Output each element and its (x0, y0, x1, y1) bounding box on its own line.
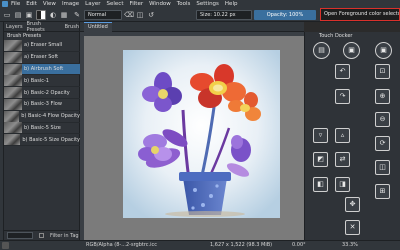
brush-preset-label: b) Basic-5 Size (24, 124, 61, 131)
brush-preset-item[interactable]: b) Basic-5 Size (4, 122, 80, 135)
eraser-mode-icon[interactable]: ⌫ (124, 10, 134, 20)
menu-view[interactable]: View (43, 0, 56, 8)
brush-thumbnail (4, 75, 22, 87)
brush-thumbnail (4, 87, 22, 99)
mirror-canvas-icon[interactable]: ◫ (375, 160, 390, 175)
save-as-icon[interactable]: ▣ (375, 42, 392, 59)
open-document-icon[interactable]: ▤ (313, 42, 330, 59)
menu-image[interactable]: Image (62, 0, 79, 8)
undo-icon[interactable]: ↶ (335, 64, 350, 79)
alpha-lock-icon[interactable]: ◫ (135, 10, 145, 20)
tab-layers[interactable]: Layers (6, 24, 23, 30)
redo-icon[interactable]: ↷ (335, 89, 350, 104)
zoom-fit-icon[interactable]: ⊡ (375, 64, 390, 79)
touch-docker-title: Touch Docker (319, 33, 353, 39)
menu-layer[interactable]: Layer (85, 0, 100, 8)
canvas-tab-bar: Untitled (80, 22, 304, 32)
document-tab[interactable]: Untitled (84, 22, 112, 32)
brush-thumbnail (4, 98, 22, 110)
brush-preset-item[interactable]: b) Basic-1 (4, 75, 80, 88)
opacity-increase-icon[interactable]: ◨ (335, 177, 350, 192)
menu-window[interactable]: Window (149, 0, 171, 8)
blend-mode-select[interactable]: Normal (84, 10, 122, 20)
opacity-decrease-icon[interactable]: ◧ (313, 177, 328, 192)
brush-preset-label: b) Basic-3 Flow (24, 101, 62, 108)
brush-preset-item[interactable]: a) Eraser Soft (4, 51, 80, 64)
menu-tools[interactable]: Tools (177, 0, 191, 8)
brush-size-decrease-icon[interactable]: ▿ (313, 128, 328, 143)
brush-search-input[interactable] (7, 232, 33, 239)
brush-preset-item[interactable]: a) Eraser Small (4, 39, 80, 52)
brush-preset-label: b) Basic-4 Flow Opacity (21, 113, 80, 120)
docker-tabs: Layers Brush Presets Brush (4, 21, 79, 33)
opacity-slider[interactable]: Opacity: 100% (254, 10, 316, 20)
ruler-horizontal (80, 32, 304, 36)
status-brush-icon (2, 242, 9, 249)
brush-preset-label: b) Airbrush Soft (24, 65, 64, 72)
gradient-icon[interactable]: ◐ (48, 10, 58, 20)
zoom-level-text[interactable]: 33.3% (342, 241, 358, 250)
brush-preset-list: a) Eraser Small a) Eraser Soft b) Airbru… (4, 39, 80, 147)
tab-brush[interactable]: Brush (65, 24, 79, 30)
brush-size-field[interactable]: Size: 10.22 px (196, 10, 252, 20)
brush-presets-docker: Layers Brush Presets Brush Brush Presets… (4, 21, 80, 240)
menu-bar: File Edit View Image Layer Select Filter… (0, 0, 400, 8)
clear-canvas-icon[interactable]: ✕ (345, 220, 360, 235)
brush-preset-item[interactable]: b) Basic-5 Size Opacity (4, 134, 80, 147)
brush-preset-item[interactable]: b) Basic-3 Flow (4, 98, 80, 111)
brush-preset-label: b) Basic-2 Opacity (24, 89, 70, 96)
rotate-canvas-icon[interactable]: ⟳ (375, 136, 390, 151)
brush-thumbnail (4, 63, 22, 75)
menu-filter[interactable]: Filter (129, 0, 143, 8)
flower-painting (123, 50, 280, 218)
menu-help[interactable]: Help (225, 0, 238, 8)
brush-preset-label: b) Basic-5 Size Opacity (22, 136, 80, 143)
image-dimensions-text: 1,627 x 1,522 (98.3 MiB) (210, 242, 273, 248)
filter-in-tag-label: Filter in Tag (50, 232, 79, 239)
brush-preset-item[interactable]: b) Basic-2 Opacity (4, 87, 80, 99)
brush-preset-label: a) Eraser Soft (24, 54, 59, 61)
color-picker-icon[interactable]: ◩ (313, 152, 328, 167)
reset-view-icon[interactable]: ⊞ (375, 184, 390, 199)
krita-logo-icon (2, 1, 8, 7)
color-profile-text: RGB/Alpha (8-...2-srgbtrc.icc (86, 242, 158, 248)
save-icon[interactable]: ▣ (24, 10, 34, 20)
brush-preset-label: b) Basic-1 (24, 77, 49, 84)
zoom-out-icon[interactable]: ⊖ (375, 112, 390, 127)
ruler-vertical (80, 32, 84, 240)
status-bar: RGB/Alpha (8-...2-srgbtrc.icc 1,627 x 1,… (0, 240, 400, 250)
rotation-text: 0.00° (292, 242, 306, 248)
color-swatch-icon[interactable] (36, 10, 46, 20)
new-document-icon[interactable]: ▭ (2, 10, 12, 20)
brush-thumbnail (4, 51, 22, 63)
brush-thumbnail (4, 39, 22, 51)
reset-brush-icon[interactable]: ↺ (146, 10, 156, 20)
document-canvas[interactable] (123, 50, 280, 218)
menu-edit[interactable]: Edit (26, 0, 37, 8)
tab-brush-presets[interactable]: Brush Presets (27, 21, 61, 33)
brush-preset-icon[interactable]: ✎ (72, 10, 82, 20)
brush-size-increase-icon[interactable]: ▵ (335, 128, 350, 143)
brush-preset-item[interactable]: b) Basic-4 Flow Opacity (4, 110, 80, 123)
foreground-color-tooltip: Open Foreground color selector (320, 8, 400, 21)
zoom-in-icon[interactable]: ⊕ (375, 89, 390, 104)
filter-in-tag-checkbox[interactable] (39, 233, 44, 238)
menu-select[interactable]: Select (107, 0, 124, 8)
swap-colors-icon[interactable]: ⇄ (335, 152, 350, 167)
brush-filter-bar: Filter in Tag (4, 230, 80, 240)
brush-thumbnail (4, 110, 20, 122)
menu-file[interactable]: File (11, 0, 20, 8)
save-document-icon[interactable]: ▣ (343, 42, 360, 59)
menu-settings[interactable]: Settings (196, 0, 219, 8)
brush-presets-title: Brush Presets (7, 33, 42, 39)
brush-thumbnail (4, 134, 21, 146)
pattern-icon[interactable]: ▦ (59, 10, 69, 20)
pan-tool-icon[interactable]: ✥ (345, 197, 360, 212)
brush-preset-label: a) Eraser Small (24, 42, 63, 49)
brush-thumbnail (4, 122, 22, 134)
brush-preset-item-selected[interactable]: b) Airbrush Soft (4, 63, 80, 76)
open-document-icon[interactable]: ▤ (13, 10, 23, 20)
touch-docker: Touch Docker ▤ ▣ ▣ ↶ ⊡ ↷ ⊕ ⊖ ▿ ▵ ⟳ ◩ ⇄ ◫… (304, 32, 400, 240)
